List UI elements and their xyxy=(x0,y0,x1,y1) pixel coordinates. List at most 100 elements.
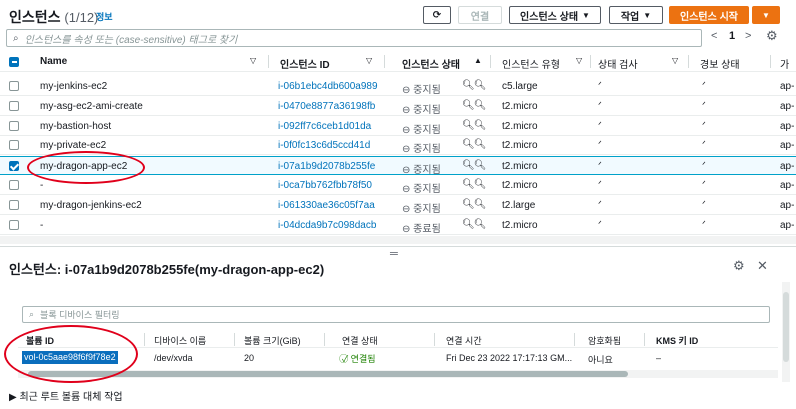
status-check-spinner-icon: ᐟ xyxy=(598,99,602,110)
instance-id-link[interactable]: i-0f0fc13c6d5ccd41d xyxy=(278,140,370,151)
stopped-icon: ⊖ xyxy=(402,184,411,195)
column-separator xyxy=(490,55,491,68)
block-device-filter-input[interactable]: ⌕ 블록 디바이스 필터링 xyxy=(22,306,770,323)
zoom-icons[interactable]: 🔍︎🔍︎ xyxy=(462,160,486,171)
refresh-button[interactable]: ⟳ xyxy=(423,6,451,24)
next-page-button[interactable]: > xyxy=(745,30,751,42)
row-checkbox[interactable] xyxy=(9,81,19,91)
instance-type: t2.large xyxy=(502,199,536,211)
instance-name: my-jenkins-ec2 xyxy=(40,81,108,92)
sort-asc-icon[interactable]: ▲ xyxy=(474,56,482,65)
actions-button[interactable]: 작업 ▼ xyxy=(609,6,663,24)
column-separator xyxy=(144,333,145,346)
column-separator xyxy=(324,333,325,346)
column-header-attach-time[interactable]: 연결 시간 xyxy=(446,334,482,347)
stopped-icon: ⊖ xyxy=(402,124,411,136)
table-row[interactable]: my-jenkins-ec2 i-06b1ebc4db600a989 ⊖ 중지됨… xyxy=(0,77,796,96)
filter-icon[interactable]: ▽ xyxy=(672,56,678,65)
close-icon[interactable]: ✕ xyxy=(757,258,768,274)
instance-state: ⊖ 중지됨 xyxy=(402,104,441,116)
instance-name: - xyxy=(40,180,44,191)
zoom-icons[interactable]: 🔍︎🔍︎ xyxy=(462,179,486,190)
table-row[interactable]: my-dragon-app-ec2 i-07a1b9d2078b255fe ⊖ … xyxy=(0,156,796,176)
instance-type: t2.micro xyxy=(502,180,538,191)
prev-page-button[interactable]: < xyxy=(711,30,717,42)
zoom-icons[interactable]: 🔍︎🔍︎ xyxy=(462,139,486,150)
root-volume-replacement-section[interactable]: ▶ 최근 루트 볼륨 대체 작업 xyxy=(9,388,123,403)
zoom-icons[interactable]: 🔍︎🔍︎ xyxy=(462,100,486,111)
connect-button[interactable]: 연결 xyxy=(458,6,502,24)
page-number[interactable]: 1 xyxy=(729,30,735,42)
column-header-attach-state[interactable]: 연결 상태 xyxy=(342,334,378,347)
select-all-checkbox[interactable] xyxy=(9,57,19,67)
table-row[interactable]: my-bastion-host i-092ff7c6ceb1d01da ⊖ 중지… xyxy=(0,117,796,136)
volume-row[interactable]: vol-0c5aae98f6f9f78e2 /dev/xvda 20 ✓⃝ 연결… xyxy=(18,349,778,368)
table-row[interactable]: - i-04dcda9b7c098dacb ⊖ 종료됨 🔍︎🔍︎ t2.micr… xyxy=(0,216,796,235)
instance-id-link[interactable]: i-061330ae36c05f7aa xyxy=(278,200,375,211)
filter-icon[interactable]: ▽ xyxy=(366,56,372,65)
volume-horizontal-scrollbar[interactable] xyxy=(18,370,778,378)
scrollbar-thumb[interactable] xyxy=(783,292,789,362)
table-row[interactable]: my-private-ec2 i-0f0fc13c6d5ccd41d ⊖ 중지됨… xyxy=(0,136,796,156)
zoom-icons[interactable]: 🔍︎🔍︎ xyxy=(462,219,486,230)
zoom-icons[interactable]: 🔍︎🔍︎ xyxy=(462,80,486,91)
split-divider[interactable] xyxy=(0,246,796,247)
status-check-spinner-icon: ᐟ xyxy=(598,218,602,229)
column-separator xyxy=(268,55,269,68)
status-check-spinner-icon: ᐟ xyxy=(598,80,602,90)
table-row[interactable]: - i-0ca7bb762fbb78f50 ⊖ 중지됨 🔍︎🔍︎ t2.micr… xyxy=(0,176,796,195)
row-checkbox[interactable] xyxy=(9,120,19,131)
volume-id-link[interactable]: vol-0c5aae98f6f9f78e2 xyxy=(22,351,118,364)
column-header-status-check[interactable]: 상태 검사 xyxy=(598,56,638,71)
instance-id-link[interactable]: i-0470e8877a36198fb xyxy=(278,101,375,112)
instance-state-button[interactable]: 인스턴스 상태 ▼ xyxy=(509,6,601,24)
drag-handle-icon[interactable]: ═ xyxy=(390,248,398,260)
column-separator xyxy=(688,55,689,68)
filter-icon[interactable]: ▽ xyxy=(576,56,582,65)
alarm-status-spinner-icon: ᐟ xyxy=(702,139,706,150)
row-checkbox[interactable] xyxy=(9,161,19,172)
table-row[interactable]: my-asg-ec2-ami-create i-0470e8877a36198f… xyxy=(0,97,796,116)
column-header-kms-key-id[interactable]: KMS 키 ID xyxy=(656,334,698,347)
row-checkbox[interactable] xyxy=(9,180,19,190)
column-header-encrypted[interactable]: 암호화됨 xyxy=(588,334,621,347)
column-header-instance-id[interactable]: 인스턴스 ID xyxy=(280,56,330,71)
instance-search-input[interactable]: ⌕ 인스턴스를 속성 또는 (case-sensitive) 태그로 찾기 xyxy=(6,29,702,47)
gear-icon[interactable]: ⚙ xyxy=(766,28,778,44)
status-check-spinner-icon: ᐟ xyxy=(598,160,602,171)
column-header-instance-state[interactable]: 인스턴스 상태 xyxy=(402,56,460,71)
row-checkbox[interactable] xyxy=(9,140,19,151)
zoom-icons[interactable]: 🔍︎🔍︎ xyxy=(462,199,486,210)
column-header-name[interactable]: Name xyxy=(40,56,67,67)
instance-type: c5.large xyxy=(502,81,538,92)
row-checkbox[interactable] xyxy=(9,199,19,210)
gear-icon[interactable]: ⚙ xyxy=(733,258,745,274)
launch-dropdown-button[interactable]: ▼ xyxy=(752,6,780,24)
column-header-volume-size[interactable]: 볼륨 크기(GiB) xyxy=(244,334,301,347)
instance-id-link[interactable]: i-07a1b9d2078b255fe xyxy=(278,161,375,172)
instance-id-link[interactable]: i-04dcda9b7c098dacb xyxy=(278,220,376,231)
column-separator xyxy=(770,55,771,68)
instance-id-link[interactable]: i-0ca7bb762fbb78f50 xyxy=(278,180,372,191)
alarm-status-spinner-icon: ᐟ xyxy=(702,218,706,229)
column-header-device-name[interactable]: 디바이스 이름 xyxy=(154,334,206,347)
instance-id-link[interactable]: i-06b1ebc4db600a989 xyxy=(278,81,378,92)
zoom-icons[interactable]: 🔍︎🔍︎ xyxy=(462,120,486,131)
device-name: /dev/xvda xyxy=(154,353,193,363)
detail-vertical-scrollbar[interactable] xyxy=(782,282,790,382)
column-header-volume-id[interactable]: 볼륨 ID xyxy=(26,334,54,347)
column-header-availability-zone[interactable]: 가 xyxy=(780,56,789,71)
row-checkbox[interactable] xyxy=(9,219,19,230)
instance-id-link[interactable]: i-092ff7c6ceb1d01da xyxy=(278,121,371,132)
table-horizontal-scrollbar[interactable] xyxy=(0,236,796,244)
filter-icon[interactable]: ▽ xyxy=(250,56,256,65)
info-link[interactable]: 정보 xyxy=(96,10,113,23)
scrollbar-thumb[interactable] xyxy=(28,371,628,377)
stopped-icon: ⊖ xyxy=(402,104,411,116)
launch-instance-button[interactable]: 인스턴스 시작 xyxy=(669,6,749,24)
column-separator xyxy=(234,333,235,346)
table-row[interactable]: my-dragon-jenkins-ec2 i-061330ae36c05f7a… xyxy=(0,196,796,215)
column-header-alarm-status[interactable]: 경보 상태 xyxy=(700,56,740,71)
column-header-instance-type[interactable]: 인스턴스 유형 xyxy=(502,56,560,71)
row-checkbox[interactable] xyxy=(9,100,19,111)
